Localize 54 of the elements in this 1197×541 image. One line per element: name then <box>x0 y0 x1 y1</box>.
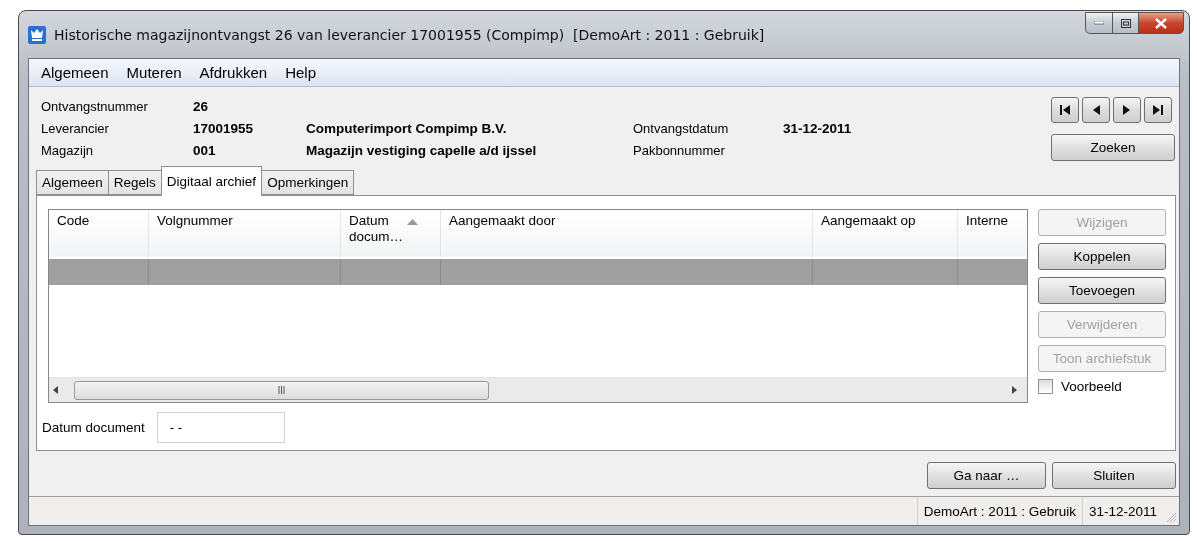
navigation-button[interactable] <box>1113 97 1141 123</box>
resize-grip-icon <box>1167 513 1177 523</box>
status-text: 31-12-2011 <box>1081 497 1163 525</box>
navigation-button[interactable] <box>1082 97 1110 123</box>
field-label: Ontvangstnummer <box>41 98 149 114</box>
window-title: Historische magazijnontvangst 26 van leverancier 17001955 (Compimp) [DemoArt : 2011 : Gebruik] <box>54 26 765 43</box>
action-button[interactable]: Toevoegen <box>1038 277 1166 304</box>
tab[interactable]: Regels <box>107 170 162 195</box>
menu-item[interactable]: Afdrukken <box>191 64 278 81</box>
action-button[interactable]: Koppelen <box>1038 243 1166 270</box>
column-header[interactable]: Code <box>49 210 149 257</box>
navigation-button[interactable] <box>1144 97 1172 123</box>
column-header[interactable]: Volgnummer <box>149 210 341 257</box>
field-label: Ontvangstdatum <box>633 120 730 136</box>
scroll-right-icon <box>1012 386 1017 394</box>
skip-last-icon <box>1152 104 1164 116</box>
scrollbar-thumb[interactable] <box>74 380 489 400</box>
date-field[interactable]: - - <box>156 412 285 443</box>
tab[interactable]: Digitaal archief <box>160 166 263 196</box>
close-icon <box>1155 17 1167 29</box>
field-label: Leverancier <box>41 120 110 136</box>
footer-button[interactable]: Sluiten <box>1052 462 1176 489</box>
field-description: Computerimport Compimp B.V. <box>306 120 508 136</box>
menu-item[interactable]: Algemeen <box>33 64 119 81</box>
minimize-icon <box>1094 21 1104 25</box>
status-text: DemoArt : 2011 : Gebruik <box>916 497 1082 525</box>
menu-item[interactable]: Help <box>277 64 326 81</box>
maximize-icon <box>1120 18 1131 28</box>
minimize-button[interactable] <box>1085 12 1113 34</box>
skip-first-icon <box>1059 104 1071 116</box>
field-description: Magazijn vestiging capelle a/d ijssel <box>306 142 538 158</box>
scroll-left-icon <box>53 386 58 394</box>
footer-button[interactable]: Ga naar … <box>927 462 1046 489</box>
tab[interactable]: Opmerkingen <box>261 170 355 195</box>
field-label: Magazijn <box>41 142 95 158</box>
field-label: Datum document <box>42 420 145 435</box>
horizontal-scrollbar[interactable] <box>49 377 1027 402</box>
field-value: 26 <box>193 98 210 114</box>
field-value: 17001955 <box>193 120 255 136</box>
grip-icon <box>278 386 285 394</box>
column-header[interactable]: Aangemaakt op <box>813 210 958 257</box>
maximize-button[interactable] <box>1112 12 1139 34</box>
field-label: Pakbonnummer <box>633 142 726 158</box>
column-header[interactable]: Aangemaakt door <box>441 210 813 257</box>
menu-item[interactable]: Muteren <box>118 64 192 81</box>
column-header[interactable]: Datum docum… <box>341 210 441 257</box>
field-value: 31-12-2011 <box>783 120 852 136</box>
search-button[interactable]: Zoeken <box>1051 134 1175 161</box>
close-button[interactable] <box>1138 12 1184 34</box>
preview-checkbox[interactable]: Voorbeeld <box>1038 379 1166 394</box>
tab[interactable]: Algemeen <box>36 170 109 195</box>
crown-logo-icon <box>28 25 46 44</box>
navigation-button[interactable] <box>1051 97 1079 123</box>
field-value: 001 <box>193 142 217 158</box>
